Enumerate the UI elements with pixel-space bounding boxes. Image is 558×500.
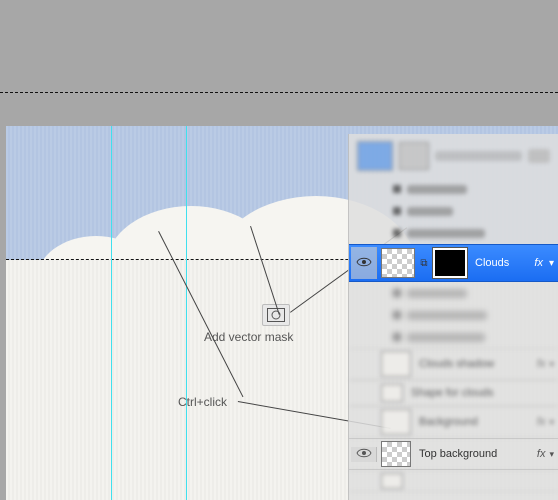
effect-coloroverlay-row [349,222,558,244]
effects-row [349,178,558,200]
layer-top-background[interactable]: Top background fx ▾ [349,438,558,470]
panel-knob [528,149,550,163]
fx-indicator[interactable]: fx [532,257,545,269]
doc-thumb-1 [357,141,393,171]
ruler-guide-top [0,92,558,93]
layer-thumb [381,351,411,377]
fx-indicator[interactable]: fx [537,448,546,460]
visibility-eye-icon[interactable] [356,447,372,462]
effects-row-2 [349,282,558,304]
doc-thumb-2 [399,142,429,170]
guide-vertical-2 [186,126,187,500]
layer-thumb [381,409,411,435]
label-ctrl-click: Ctrl+click [178,395,227,409]
effect-coloroverlay-row-2 [349,326,558,348]
layer-name-topbg[interactable]: Top background [415,448,533,460]
layer-name: Background [415,416,533,428]
layer-clouds-shadow[interactable]: Clouds shadow fx▾ [349,348,558,380]
doc-name-blurred [435,151,522,161]
guide-vertical-1 [111,126,112,500]
layer-thumb [381,384,403,402]
layer-thumb-topbg[interactable] [381,441,411,467]
link-icon[interactable]: ⧉ [419,253,429,273]
layer-name: Clouds shadow [415,358,533,370]
layer-clouds[interactable]: ⧉ Clouds fx ▾ [349,244,558,282]
layer-thumb-pixels[interactable] [381,248,415,278]
layer-background[interactable]: Background fx▾ [349,406,558,438]
layer-name: Shape for clouds [407,387,554,399]
layer-shape-for-clouds[interactable]: Shape for clouds [349,380,558,406]
vector-mask-icon [267,308,285,322]
layers-panel[interactable]: ⧉ Clouds fx ▾ Clouds shadow fx▾ Shape fo… [348,134,558,500]
effect-stroke-row [349,200,558,222]
chevron-down-icon[interactable]: ▾ [549,449,554,460]
effect-inner-shadow-row [349,304,558,326]
chevron-down-icon[interactable]: ▾ [549,258,554,269]
layer-partial [349,470,558,492]
layer-thumb-vector-mask[interactable] [433,248,467,278]
label-add-vector-mask: Add vector mask [204,330,293,344]
layers-panel-header [349,134,558,178]
visibility-eye-icon[interactable] [356,256,372,271]
layer-name-clouds[interactable]: Clouds [471,257,528,269]
